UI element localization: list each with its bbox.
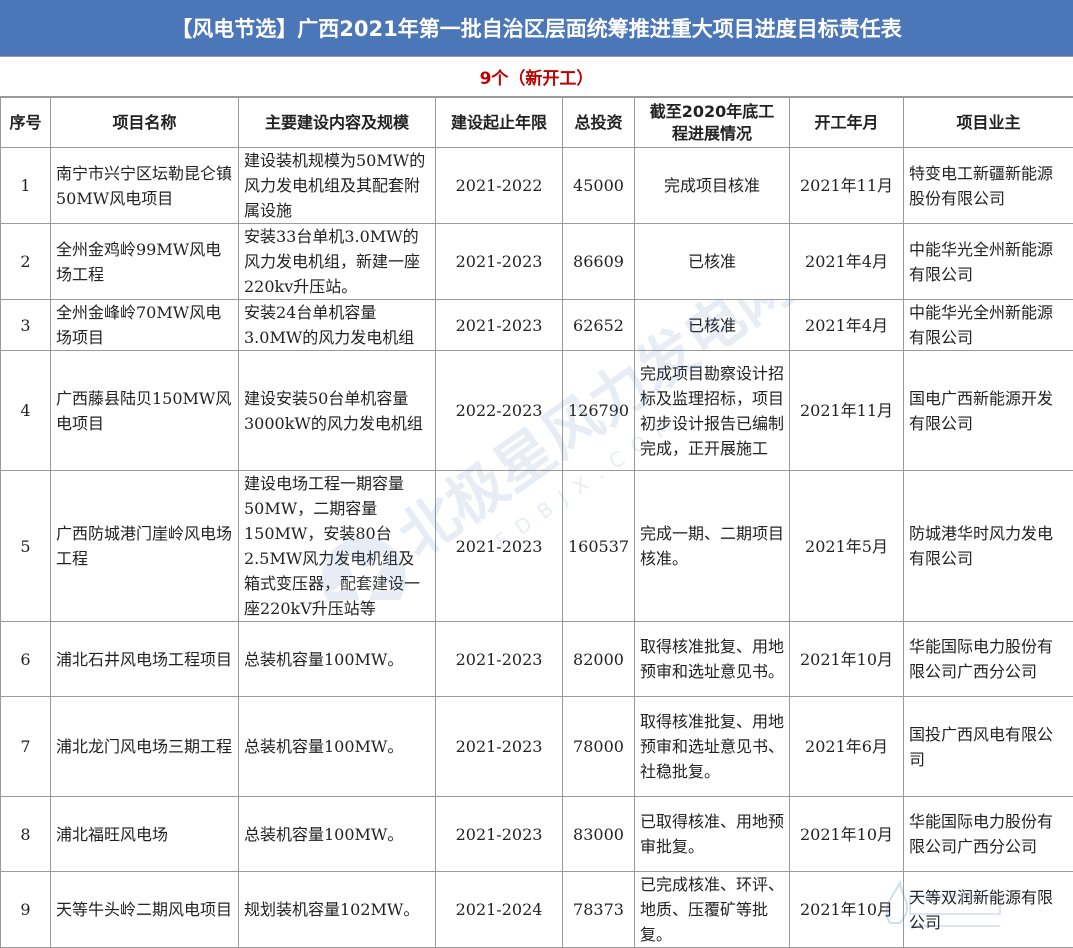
cell-owner: 华能国际电力股份有限公司广西分公司 xyxy=(904,622,1073,697)
table-row: 6 浦北石井风电场工程项目 总装机容量100MW。 2021-2023 8200… xyxy=(1,622,1073,697)
cell-progress: 完成项目核准 xyxy=(635,148,790,224)
cell-progress: 已取得核准、用地预审批复。 xyxy=(635,797,790,872)
cell-progress: 已完成核准、环评、地质、压覆矿等批复。 xyxy=(635,872,790,948)
cell-years: 2021-2024 xyxy=(436,872,563,948)
cell-investment: 86609 xyxy=(563,224,635,300)
cell-owner: 防城港华时风力发电有限公司 xyxy=(904,471,1073,622)
cell-owner: 中能华光全州新能源有限公司 xyxy=(904,300,1073,351)
cell-years: 2021-2023 xyxy=(436,622,563,697)
cell-owner: 中能华光全州新能源有限公司 xyxy=(904,224,1073,300)
table-row: 2 全州金鸡岭99MW风电场工程 安装33台单机3.0MW的风力发电机组，新建一… xyxy=(1,224,1073,300)
cell-no: 9 xyxy=(1,872,51,948)
header-investment: 总投资 xyxy=(563,98,635,148)
header-no: 序号 xyxy=(1,98,51,148)
header-progress: 截至2020年底工程进展情况 xyxy=(635,98,790,148)
title-bar: 【风电节选】广西2021年第一批自治区层面统筹推进重大项目进度目标责任表 xyxy=(0,0,1073,57)
cell-years: 2021-2023 xyxy=(436,224,563,300)
header-years: 建设起止年限 xyxy=(436,98,563,148)
cell-name: 天等牛头岭二期风电项目 xyxy=(51,872,239,948)
header-start: 开工年月 xyxy=(790,98,904,148)
cell-investment: 45000 xyxy=(563,148,635,224)
cell-name: 全州金鸡岭99MW风电场工程 xyxy=(51,224,239,300)
cell-investment: 78000 xyxy=(563,697,635,797)
header-content: 主要建设内容及规模 xyxy=(239,98,436,148)
project-table: 序号 项目名称 主要建设内容及规模 建设起止年限 总投资 截至2020年底工程进… xyxy=(0,97,1073,948)
cell-content: 总装机容量100MW。 xyxy=(239,797,436,872)
cell-start: 2021年4月 xyxy=(790,224,904,300)
cell-content: 总装机容量100MW。 xyxy=(239,697,436,797)
cell-years: 2021-2023 xyxy=(436,697,563,797)
cell-name: 广西防城港门崖岭风电场工程 xyxy=(51,471,239,622)
cell-start: 2021年4月 xyxy=(790,300,904,351)
cell-years: 2021-2022 xyxy=(436,148,563,224)
cell-no: 2 xyxy=(1,224,51,300)
cell-content: 安装24台单机容量3.0MW的风力发电机组 xyxy=(239,300,436,351)
cell-start: 2021年11月 xyxy=(790,351,904,471)
cell-no: 5 xyxy=(1,471,51,622)
cell-content: 建设安装50台单机容量3000kW的风力发电机组 xyxy=(239,351,436,471)
cell-start: 2021年10月 xyxy=(790,797,904,872)
table-row: 1 南宁市兴宁区坛勒昆仑镇50MW风电项目 建设装机规模为50MW的风力发电机组… xyxy=(1,148,1073,224)
cell-investment: 78373 xyxy=(563,872,635,948)
cell-name: 南宁市兴宁区坛勒昆仑镇50MW风电项目 xyxy=(51,148,239,224)
cell-no: 8 xyxy=(1,797,51,872)
cell-investment: 126790 xyxy=(563,351,635,471)
table-row: 7 浦北龙门风电场三期工程 总装机容量100MW。 2021-2023 7800… xyxy=(1,697,1073,797)
cell-no: 7 xyxy=(1,697,51,797)
cell-start: 2021年10月 xyxy=(790,622,904,697)
cell-content: 总装机容量100MW。 xyxy=(239,622,436,697)
cell-name: 浦北龙门风电场三期工程 xyxy=(51,697,239,797)
energy-network-logo-icon xyxy=(870,878,1010,938)
cell-progress: 取得核准批复、用地预审和选址意见书。 xyxy=(635,622,790,697)
cell-investment: 62652 xyxy=(563,300,635,351)
cell-owner: 国投广西风电有限公司 xyxy=(904,697,1073,797)
cell-years: 2022-2023 xyxy=(436,351,563,471)
cell-owner: 国电广西新能源开发有限公司 xyxy=(904,351,1073,471)
cell-no: 3 xyxy=(1,300,51,351)
cell-content: 安装33台单机3.0MW的风力发电机组，新建一座220kv升压站。 xyxy=(239,224,436,300)
cell-investment: 160537 xyxy=(563,471,635,622)
cell-start: 2021年6月 xyxy=(790,697,904,797)
header-name: 项目名称 xyxy=(51,98,239,148)
cell-no: 6 xyxy=(1,622,51,697)
cell-progress: 完成项目勘察设计招标及监理招标，项目初步设计报告已编制完成，正开展施工 xyxy=(635,351,790,471)
cell-name: 浦北石井风电场工程项目 xyxy=(51,622,239,697)
header-owner: 项目业主 xyxy=(904,98,1073,148)
cell-name: 广西藤县陆贝150MW风电项目 xyxy=(51,351,239,471)
cell-investment: 82000 xyxy=(563,622,635,697)
cell-progress: 已核准 xyxy=(635,224,790,300)
cell-years: 2021-2023 xyxy=(436,300,563,351)
table-subtitle: 9个（新开工） xyxy=(480,64,594,89)
cell-start: 2021年11月 xyxy=(790,148,904,224)
cell-progress: 取得核准批复、用地预审和选址意见书、社稳批复。 xyxy=(635,697,790,797)
cell-investment: 83000 xyxy=(563,797,635,872)
table-row: 4 广西藤县陆贝150MW风电项目 建设安装50台单机容量3000kW的风力发电… xyxy=(1,351,1073,471)
cell-content: 建设装机规模为50MW的风力发电机组及其配套附属设施 xyxy=(239,148,436,224)
cell-progress: 已核准 xyxy=(635,300,790,351)
cell-no: 1 xyxy=(1,148,51,224)
table-row: 8 浦北福旺风电场 总装机容量100MW。 2021-2023 83000 已取… xyxy=(1,797,1073,872)
page-title: 【风电节选】广西2021年第一批自治区层面统筹推进重大项目进度目标责任表 xyxy=(171,13,901,43)
cell-name: 全州金峰岭70MW风电场项目 xyxy=(51,300,239,351)
cell-years: 2021-2023 xyxy=(436,797,563,872)
cell-owner: 特变电工新疆新能源股份有限公司 xyxy=(904,148,1073,224)
table-row: 5 广西防城港门崖岭风电场工程 建设电场工程一期容量50MW，二期容量150MW… xyxy=(1,471,1073,622)
cell-name: 浦北福旺风电场 xyxy=(51,797,239,872)
cell-content: 建设电场工程一期容量50MW，二期容量150MW，安装80台2.5MW风力发电机… xyxy=(239,471,436,622)
cell-start: 2021年5月 xyxy=(790,471,904,622)
cell-years: 2021-2023 xyxy=(436,471,563,622)
cell-progress: 完成一期、二期项目核准。 xyxy=(635,471,790,622)
cell-owner: 华能国际电力股份有限公司广西分公司 xyxy=(904,797,1073,872)
header-row: 序号 项目名称 主要建设内容及规模 建设起止年限 总投资 截至2020年底工程进… xyxy=(1,98,1073,148)
cell-no: 4 xyxy=(1,351,51,471)
table-row: 3 全州金峰岭70MW风电场项目 安装24台单机容量3.0MW的风力发电机组 2… xyxy=(1,300,1073,351)
cell-content: 规划装机容量102MW。 xyxy=(239,872,436,948)
subtitle-bar: 9个（新开工） xyxy=(0,57,1073,97)
